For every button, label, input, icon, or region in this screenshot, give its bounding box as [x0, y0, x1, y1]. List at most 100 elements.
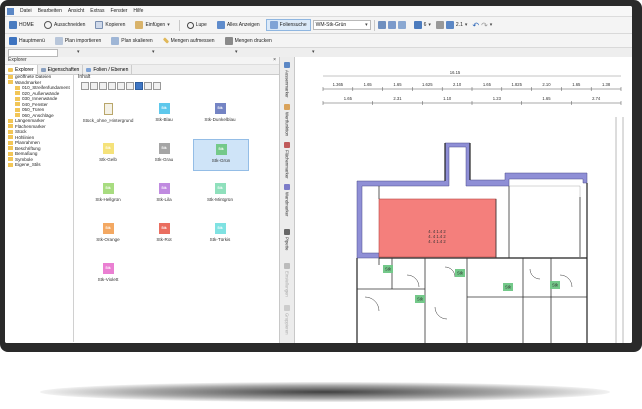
side-tab[interactable]: Gruppieren — [282, 301, 292, 339]
view-button[interactable] — [90, 81, 98, 90]
menu-ansicht[interactable]: Ansicht — [65, 8, 87, 14]
side-tab-icon — [284, 229, 290, 236]
dimension-label: 2.74 — [592, 96, 601, 101]
style-tile[interactable]: Stück_ohne_Hintergrund — [81, 99, 135, 129]
redo-icon[interactable]: ↷ — [481, 21, 488, 30]
style-tile[interactable]: Stk Stk-Orange — [81, 219, 135, 249]
layer-combo[interactable]: WM-Stk-Grün ▾ — [312, 20, 371, 30]
folder-icon — [8, 162, 13, 167]
stk-marker[interactable]: Stk — [503, 283, 513, 291]
style-tile[interactable]: Stk Stk-Dunkelblau — [193, 99, 247, 129]
view-button[interactable] — [117, 81, 125, 90]
einfuegen-button[interactable]: Einfügen ▾ — [131, 19, 173, 31]
scale-plan-icon — [111, 36, 120, 45]
menu-extras[interactable]: Extras — [87, 8, 107, 14]
chevron-down-icon[interactable]: ▾ — [490, 22, 493, 28]
style-tile-label: Stk-Grau — [154, 157, 174, 162]
style-tile-label: Stk-Mintgrün — [206, 197, 234, 202]
stk-marker-label: Stk — [505, 285, 512, 290]
view-button[interactable] — [99, 81, 107, 90]
style-tile[interactable]: Stk Stk-Türkis — [193, 219, 247, 249]
count-icon — [413, 21, 422, 29]
view-button[interactable] — [153, 81, 161, 90]
folder-icon — [8, 140, 13, 145]
table-icon[interactable] — [377, 21, 386, 29]
dimension-label: 1.10 — [443, 96, 452, 101]
close-icon[interactable]: × — [273, 57, 276, 64]
style-tile[interactable]: Stk Stk-Lila — [137, 179, 191, 209]
alles-anzeigen-button[interactable]: Alles Anzeigen — [213, 19, 264, 31]
view-button[interactable] — [108, 81, 116, 90]
stk-marker[interactable]: Stk — [550, 281, 560, 289]
style-tile[interactable]: Stk Stk-Gelb — [81, 139, 135, 169]
side-tab[interactable]: Wandmarker — [282, 181, 292, 219]
dimension-label: 1.65 — [393, 82, 402, 87]
chevron-down-icon[interactable]: ▾ — [77, 49, 80, 55]
grid-icon[interactable] — [387, 21, 396, 29]
folder-icon — [8, 129, 13, 134]
menu-fenster[interactable]: Fenster — [107, 8, 130, 14]
style-tile[interactable]: Stk Stk-Mintgrün — [193, 179, 247, 209]
tab-explorer[interactable]: Explorer — [5, 65, 38, 74]
dimension-chain-second: 1.65 2.31 1.10 1.23 1.65 2.74 — [322, 96, 622, 105]
secondary-toolbar: Hauptmenü Plan importieren Plan skaliere… — [5, 34, 632, 48]
side-tab[interactable]: Einstellungen — [282, 261, 292, 299]
side-tab[interactable]: Wertfunktion — [282, 101, 292, 139]
style-swatch-icon: Stk — [158, 183, 170, 194]
chevron-down-icon[interactable]: ▾ — [235, 49, 238, 55]
side-tab[interactable]: Flächenmarker — [282, 141, 292, 179]
side-tab[interactable]: Pipette — [282, 221, 292, 259]
style-tile[interactable]: Stk Stk-Hellgrün — [81, 179, 135, 209]
count-value: 6 — [423, 22, 427, 28]
home-menu-icon — [9, 36, 17, 45]
side-tab[interactable]: Aussenmarker — [282, 61, 292, 99]
mengen-aufmessen-button[interactable]: Mengen aufmessen — [159, 36, 219, 46]
plan-importieren-button[interactable]: Plan importieren — [51, 35, 105, 47]
chevron-down-icon[interactable]: ▾ — [428, 22, 431, 28]
device-frame: Datei Bearbeiten Ansicht Extras Fenster … — [0, 0, 642, 352]
stk-marker[interactable]: Stk — [383, 265, 393, 273]
ausschneiden-button[interactable]: Ausschneiden — [40, 19, 89, 31]
style-swatch-icon: Stk — [158, 103, 170, 114]
view-button[interactable] — [126, 81, 134, 90]
drawing-canvas[interactable]: 16.15 1.365 1.65 1.65 1.625 2.10 1.65 1.825 2.1… — [295, 57, 632, 343]
style-tile[interactable]: Stk Stk-Grün — [193, 139, 249, 171]
undo-icon[interactable]: ↶ — [472, 21, 479, 30]
chevron-down-icon[interactable]: ▾ — [312, 49, 315, 55]
highlighted-room[interactable] — [378, 198, 497, 258]
style-tile-label: Stk-Grün — [211, 158, 231, 163]
style-tile[interactable]: Stk Stk-Blau — [137, 99, 191, 129]
menu-bearbeiten[interactable]: Bearbeiten — [35, 8, 65, 14]
tab-eigenschaften[interactable]: Eigenschaften — [38, 65, 84, 74]
view-button[interactable] — [144, 81, 152, 90]
stk-marker[interactable]: Stk — [415, 295, 425, 303]
style-tile[interactable]: Stk Stk-Grau — [137, 139, 191, 169]
folder-icon — [15, 113, 20, 118]
plan-skalieren-button[interactable]: Plan skalieren — [107, 35, 156, 47]
chevron-down-icon[interactable]: ▾ — [152, 49, 155, 55]
tree-item[interactable]: Eigene_Stils — [5, 162, 73, 168]
mengen-drucken-button[interactable]: Mengen drucken — [221, 35, 276, 47]
view-button[interactable] — [81, 81, 89, 90]
chevron-down-icon[interactable]: ▾ — [465, 22, 468, 28]
foliensuche-button[interactable]: Foliensuche — [265, 19, 311, 31]
hauptmenue-button[interactable]: Hauptmenü — [5, 35, 49, 47]
style-tile-label: Stk-Dunkelblau — [204, 117, 236, 122]
toolbar-separator — [178, 19, 180, 31]
kopieren-button[interactable]: Kopieren — [91, 19, 129, 31]
layers-icon — [86, 67, 92, 72]
style-tile[interactable]: Stk Stk-Violett — [81, 259, 135, 289]
stk-marker[interactable]: Stk — [455, 269, 465, 277]
style-swatch-icon: Stk — [214, 183, 226, 194]
chevron-down-icon: ▾ — [365, 22, 368, 28]
property-combo-1[interactable] — [8, 49, 58, 57]
dimension-label: 2.10 — [453, 82, 462, 87]
home-button[interactable]: HOME — [5, 19, 38, 31]
tab-folien-ebenen[interactable]: Folien / Ebenen — [83, 65, 133, 74]
menu-hilfe[interactable]: Hilfe — [130, 8, 146, 14]
style-tile[interactable]: Stk Stk-Rot — [137, 219, 191, 249]
lupe-button[interactable]: Lupe — [183, 20, 211, 31]
menu-datei[interactable]: Datei — [17, 8, 35, 14]
layout-icon[interactable] — [397, 21, 406, 29]
view-button-selected[interactable] — [135, 81, 143, 90]
